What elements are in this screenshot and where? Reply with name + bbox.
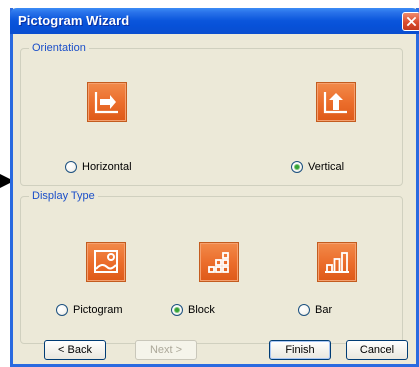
vertical-orientation-icon[interactable] — [316, 82, 356, 122]
picture-icon — [94, 250, 118, 273]
horizontal-label[interactable]: Horizontal — [82, 160, 132, 174]
cancel-button[interactable]: Cancel — [346, 340, 408, 360]
block-radio-selected-dot — [175, 308, 179, 312]
bar-radio[interactable]: Bar — [298, 304, 342, 318]
bar-chart-icon — [325, 252, 349, 273]
wizard-content: Orientation Horizontal Vertical Display … — [13, 34, 416, 364]
block-icon — [208, 252, 229, 273]
pictogram-radio-button[interactable] — [56, 304, 68, 316]
vertical-radio[interactable]: Vertical — [291, 161, 361, 175]
pictogram-radio[interactable]: Pictogram — [56, 304, 128, 318]
vertical-radio-button[interactable] — [291, 161, 303, 173]
close-button[interactable] — [402, 12, 419, 31]
display-type-group-title: Display Type — [29, 190, 98, 203]
block-label[interactable]: Block — [188, 303, 215, 317]
vertical-radio-selected-dot — [295, 165, 299, 169]
close-icon — [406, 16, 417, 27]
horizontal-orientation-icon[interactable] — [87, 82, 127, 122]
next-button[interactable]: Next > — [135, 340, 197, 360]
block-radio[interactable]: Block — [171, 304, 225, 318]
screen: Pictogram Wizard Orientation Horizontal … — [0, 0, 419, 367]
vertical-arrow-icon — [323, 92, 347, 114]
bar-display-icon[interactable] — [317, 242, 357, 282]
title-bar: Pictogram Wizard — [10, 8, 419, 34]
orientation-group-title: Orientation — [29, 42, 89, 55]
display-type-group: Display Type Pictogram Block Bar — [20, 190, 403, 344]
block-display-icon[interactable] — [199, 242, 239, 282]
horizontal-arrow-icon — [94, 92, 118, 114]
bar-label[interactable]: Bar — [315, 303, 332, 317]
vertical-label[interactable]: Vertical — [308, 160, 344, 174]
window-title: Pictogram Wizard — [18, 13, 130, 28]
bar-radio-button[interactable] — [298, 304, 310, 316]
block-radio-button[interactable] — [171, 304, 183, 316]
finish-button[interactable]: Finish — [269, 340, 331, 360]
back-button[interactable]: < Back — [44, 340, 106, 360]
horizontal-radio-button[interactable] — [65, 161, 77, 173]
pictogram-label[interactable]: Pictogram — [73, 303, 123, 317]
orientation-group: Orientation Horizontal Vertical — [20, 42, 403, 186]
pictogram-wizard-window: Pictogram Wizard Orientation Horizontal … — [10, 8, 419, 367]
horizontal-radio[interactable]: Horizontal — [65, 161, 145, 175]
pictogram-display-icon[interactable] — [86, 242, 126, 282]
